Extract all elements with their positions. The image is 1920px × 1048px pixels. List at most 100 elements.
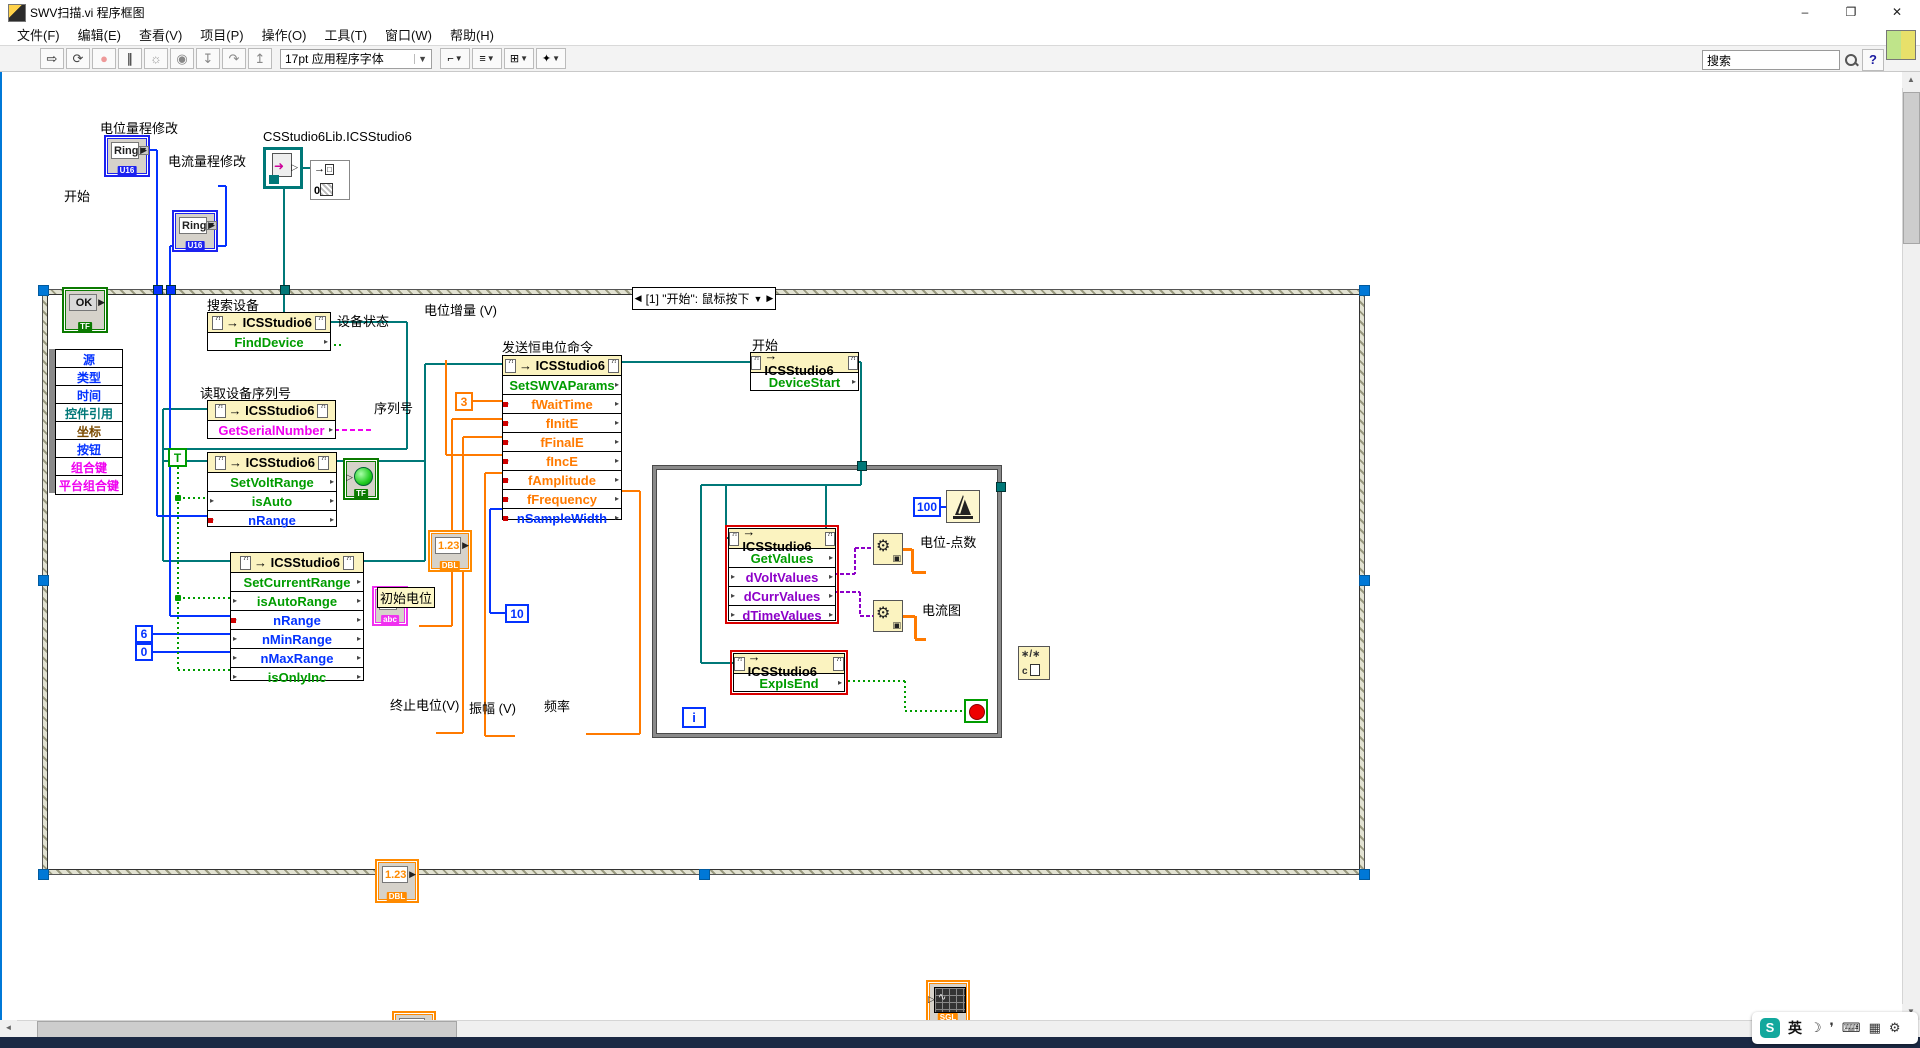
scroll-up-arrow[interactable]: ▲ (1902, 72, 1920, 88)
abort-button[interactable]: ● (92, 48, 116, 69)
const-10[interactable]: 10 (505, 604, 529, 623)
prev-case-icon[interactable]: ◀ (635, 293, 642, 304)
menu-6[interactable]: 窗口(W) (376, 23, 441, 46)
maximize-button[interactable]: ❐ (1828, 0, 1874, 24)
pause-button[interactable]: ∥ (118, 48, 142, 69)
tunnel[interactable] (166, 285, 176, 295)
signal-convert-icon-1[interactable]: ⚙▣ (873, 533, 903, 565)
event-data-item-2[interactable]: 时间 (55, 385, 123, 405)
to-more-specific-class-icon[interactable]: →□0 (310, 160, 350, 200)
event-structure-selector[interactable]: ◀[1] "开始": 鼠标按下▼▶ (632, 287, 776, 310)
param-fFinalE[interactable]: fFinalE▸▸ (503, 433, 621, 452)
control-volt-points-chart[interactable]: ∿▷SGL (926, 980, 970, 1024)
control-device-status-led[interactable]: ▷TF (343, 458, 379, 500)
loop-condition-terminal[interactable] (964, 699, 988, 723)
case-dropdown-icon[interactable]: ▼ (753, 294, 762, 304)
menu-0[interactable]: 文件(F) (8, 23, 69, 46)
invoke-node-set-volt-range[interactable]: ?!→ ICSStudio6?!SetVoltRange▸isAuto▸▸nRa… (207, 452, 337, 527)
method-row[interactable]: GetSerialNumber▸ (208, 421, 335, 439)
event-data-item-4[interactable]: 坐标 (55, 421, 123, 441)
resize-objects-dropdown[interactable]: ⊞▼ (504, 48, 534, 69)
const-3[interactable]: 3 (455, 392, 473, 411)
const-100[interactable]: 100 (913, 497, 941, 517)
param-nMinRange[interactable]: nMinRange▸▸ (231, 630, 363, 649)
event-data-item-1[interactable]: 类型 (55, 367, 123, 387)
event-data-item-0[interactable]: 源 (55, 349, 123, 369)
ime-icon-4[interactable]: ⚙ (1889, 1020, 1901, 1036)
method-row[interactable]: DeviceStart▸ (751, 373, 858, 391)
param-nRange[interactable]: nRange▸▸ (231, 611, 363, 630)
invoke-node-find-device[interactable]: ?!→ ICSStudio6?!FindDevice▸ (207, 312, 331, 351)
method-row[interactable]: ExpIsEnd▸ (734, 674, 844, 692)
param-fInitE[interactable]: fInitE▸▸ (503, 414, 621, 433)
param-isOnlyInc[interactable]: isOnlyInc▸▸ (231, 668, 363, 686)
invoke-node-get-serial-number[interactable]: ?!→ ICSStudio6?!GetSerialNumber▸ (207, 400, 336, 439)
control-potential-increment[interactable]: 1.23▶DBL (428, 530, 472, 572)
invoke-node-get-values[interactable]: ?!→ ICSStudio6?!GetValues▸dVoltValues▸▸d… (728, 528, 836, 621)
run-button[interactable]: ⇨ (40, 48, 64, 69)
param-dTimeValues[interactable]: dTimeValues▸▸ (729, 606, 835, 624)
horizontal-scrollbar-thumb[interactable] (37, 1021, 457, 1038)
run-continuous-button[interactable]: ⟳ (66, 48, 90, 69)
font-selector[interactable]: 17pt 应用程序字体▼ (280, 49, 432, 69)
param-dVoltValues[interactable]: dVoltValues▸▸ (729, 568, 835, 587)
ime-language-mode[interactable]: 英 (1788, 1018, 1802, 1038)
menu-2[interactable]: 查看(V) (130, 23, 191, 46)
tunnel[interactable] (996, 482, 1006, 492)
search-input[interactable] (1702, 50, 1840, 70)
param-fWaitTime[interactable]: fWaitTime▸▸ (503, 395, 621, 414)
highlight-execution-button[interactable]: ☼ (144, 48, 168, 69)
event-data-item-6[interactable]: 组合键 (55, 457, 123, 477)
search-icon[interactable] (1843, 52, 1859, 68)
tunnel[interactable] (153, 285, 163, 295)
menu-7[interactable]: 帮助(H) (441, 23, 503, 46)
const-0[interactable]: 0 (135, 643, 153, 661)
step-over-button[interactable]: ↷ (222, 48, 246, 69)
class-constant-icon[interactable]: ➜▷ (263, 147, 303, 189)
invoke-node-exp-is-end[interactable]: ?!→ ICSStudio6?!ExpIsEnd▸ (733, 653, 845, 692)
ime-icon-1[interactable]: ❜ (1830, 1020, 1834, 1036)
loop-iteration-terminal[interactable]: i (682, 707, 706, 728)
menu-3[interactable]: 项目(P) (191, 23, 252, 46)
selection-handle[interactable] (1359, 575, 1370, 586)
distribute-objects-dropdown[interactable]: ≡▼ (472, 48, 502, 69)
control-ring-volt-range[interactable]: Ring▼▶U16 (104, 135, 150, 177)
param-nMaxRange[interactable]: nMaxRange▸▸ (231, 649, 363, 668)
vi-icon[interactable] (1886, 30, 1916, 60)
param-isAuto[interactable]: isAuto▸▸ (208, 492, 336, 511)
next-case-icon[interactable]: ▶ (766, 293, 773, 304)
event-data-item-3[interactable]: 控件引用 (55, 403, 123, 423)
close-button[interactable]: ✕ (1874, 0, 1920, 24)
selection-handle[interactable] (38, 869, 49, 880)
event-data-item-5[interactable]: 按钮 (55, 439, 123, 459)
const-6[interactable]: 6 (135, 625, 153, 643)
param-fAmplitude[interactable]: fAmplitude▸▸ (503, 471, 621, 490)
ime-icon-3[interactable]: ▦ (1869, 1020, 1881, 1036)
param-isAutoRange[interactable]: isAutoRange▸▸ (231, 592, 363, 611)
reorder-dropdown[interactable]: ✦▼ (536, 48, 566, 69)
method-row[interactable]: SetCurrentRange▸ (231, 573, 363, 592)
wait-until-next-ms-multiple-icon[interactable] (946, 490, 980, 523)
invoke-node-device-start[interactable]: ?!→ ICSStudio6?!DeviceStart▸ (750, 352, 859, 391)
const-true[interactable]: T (168, 448, 187, 467)
method-row[interactable]: SetSWVAParams▸ (503, 376, 621, 395)
selection-handle[interactable] (38, 285, 49, 296)
event-data-item-7[interactable]: 平台组合键 (55, 475, 123, 495)
tunnel[interactable] (280, 285, 290, 295)
menu-4[interactable]: 操作(O) (253, 23, 316, 46)
vertical-scrollbar-thumb[interactable] (1903, 92, 1920, 244)
invoke-node-set-swva-params[interactable]: ?!→ ICSStudio6?!SetSWVAParams▸fWaitTime▸… (502, 355, 622, 520)
scroll-left-arrow[interactable]: ◄ (0, 1020, 17, 1037)
type-cast-icon[interactable]: ∗/∗c (1018, 646, 1050, 680)
method-row[interactable]: GetValues▸ (729, 549, 835, 568)
ime-icon-2[interactable]: ⌨ (1842, 1020, 1861, 1036)
method-row[interactable]: FindDevice▸ (208, 333, 330, 351)
step-into-button[interactable]: ↧ (196, 48, 220, 69)
selection-handle[interactable] (1359, 869, 1370, 880)
selection-handle[interactable] (38, 575, 49, 586)
menu-1[interactable]: 编辑(E) (69, 23, 130, 46)
selection-handle[interactable] (699, 869, 710, 880)
param-fFrequency[interactable]: fFrequency▸▸ (503, 490, 621, 509)
tunnel[interactable] (857, 461, 867, 471)
step-out-button[interactable]: ↥ (248, 48, 272, 69)
